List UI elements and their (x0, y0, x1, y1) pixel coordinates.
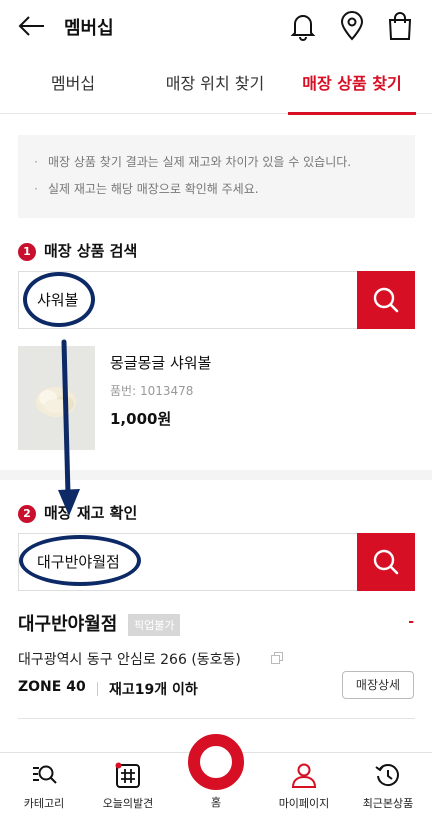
nav-label: 마이페이지 (278, 797, 330, 810)
nav-label: 최근본상품 (362, 797, 414, 810)
person-icon (291, 763, 317, 788)
nav-label: 오늘의발견 (102, 797, 154, 810)
nav-recent-products[interactable]: 최근본상품 (348, 753, 428, 815)
home-circle-icon[interactable] (188, 734, 244, 790)
category-search-icon (33, 765, 57, 784)
nav-label: 카테고리 (23, 797, 65, 810)
annotation-arrow (58, 339, 80, 516)
nav-mypage[interactable]: 마이페이지 (264, 753, 344, 815)
hashtag-icon (115, 762, 140, 788)
nav-category[interactable]: 카테고리 (4, 753, 84, 815)
nav-home-label: 홈 (210, 796, 222, 809)
nav-today-discovery[interactable]: 오늘의발견 (88, 753, 168, 815)
history-icon (375, 764, 399, 787)
